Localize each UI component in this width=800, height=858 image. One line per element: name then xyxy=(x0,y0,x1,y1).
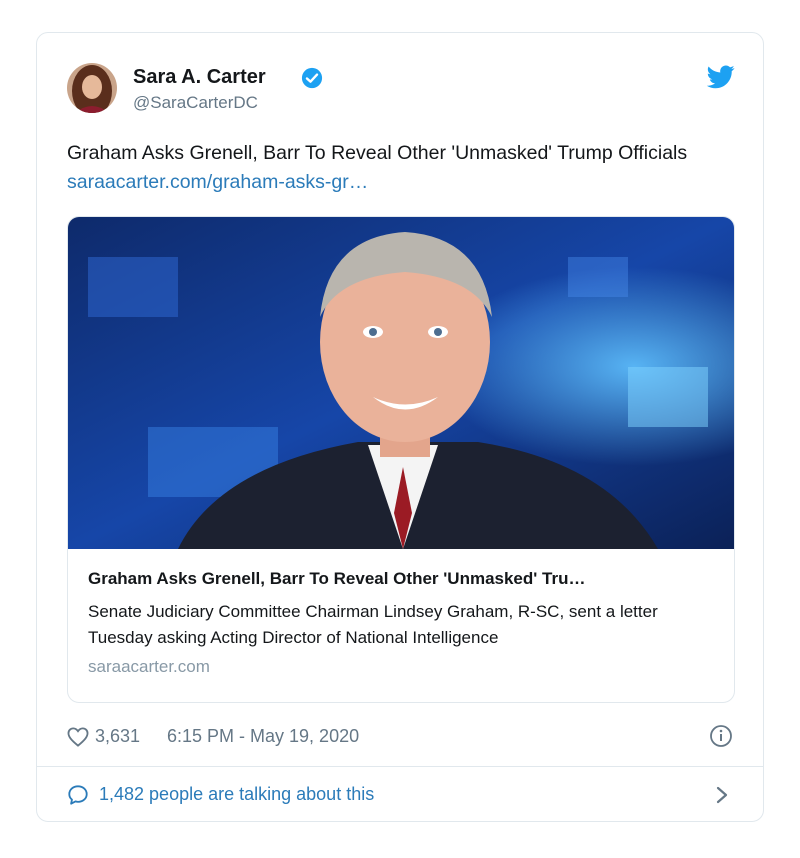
avatar[interactable] xyxy=(67,63,117,113)
info-icon[interactable] xyxy=(709,724,733,748)
link-preview-card[interactable]: Graham Asks Grenell, Barr To Reveal Othe… xyxy=(67,216,735,703)
tweet-body: Graham Asks Grenell, Barr To Reveal Othe… xyxy=(67,142,688,164)
author-display-name[interactable]: Sara A. Carter xyxy=(133,66,266,89)
conversation-text[interactable]: 1,482 people are talking about this xyxy=(99,784,374,805)
comment-bubble-icon xyxy=(68,785,88,805)
author-handle[interactable]: @SaraCarterDC xyxy=(133,93,258,113)
heart-icon[interactable] xyxy=(67,727,89,747)
timestamp[interactable]: 6:15 PM - May 19, 2020 xyxy=(167,726,359,747)
chevron-right-icon[interactable] xyxy=(715,785,729,805)
embedded-tweet[interactable]: Sara A. Carter @SaraCarterDC Graham Asks… xyxy=(36,32,764,822)
like-count[interactable]: 3,631 xyxy=(95,726,140,747)
verified-badge-icon xyxy=(301,67,323,89)
card-description: Senate Judiciary Committee Chairman Lind… xyxy=(88,602,658,647)
twitter-bird-icon[interactable] xyxy=(707,65,735,89)
tweet-text: Graham Asks Grenell, Barr To Reveal Othe… xyxy=(67,139,737,197)
card-domain: saraacarter.com xyxy=(88,657,210,676)
conversation-link[interactable]: 1,482 people are talking about this xyxy=(67,781,737,811)
card-image[interactable] xyxy=(68,217,734,549)
card-body[interactable]: Graham Asks Grenell, Barr To Reveal Othe… xyxy=(88,569,718,677)
stats-row: 3,631 6:15 PM - May 19, 2020 xyxy=(67,723,737,753)
tweet-link[interactable]: saraacarter.com/graham-asks-gr… xyxy=(67,171,368,193)
card-title[interactable]: Graham Asks Grenell, Barr To Reveal Othe… xyxy=(88,569,718,589)
divider xyxy=(37,766,763,767)
